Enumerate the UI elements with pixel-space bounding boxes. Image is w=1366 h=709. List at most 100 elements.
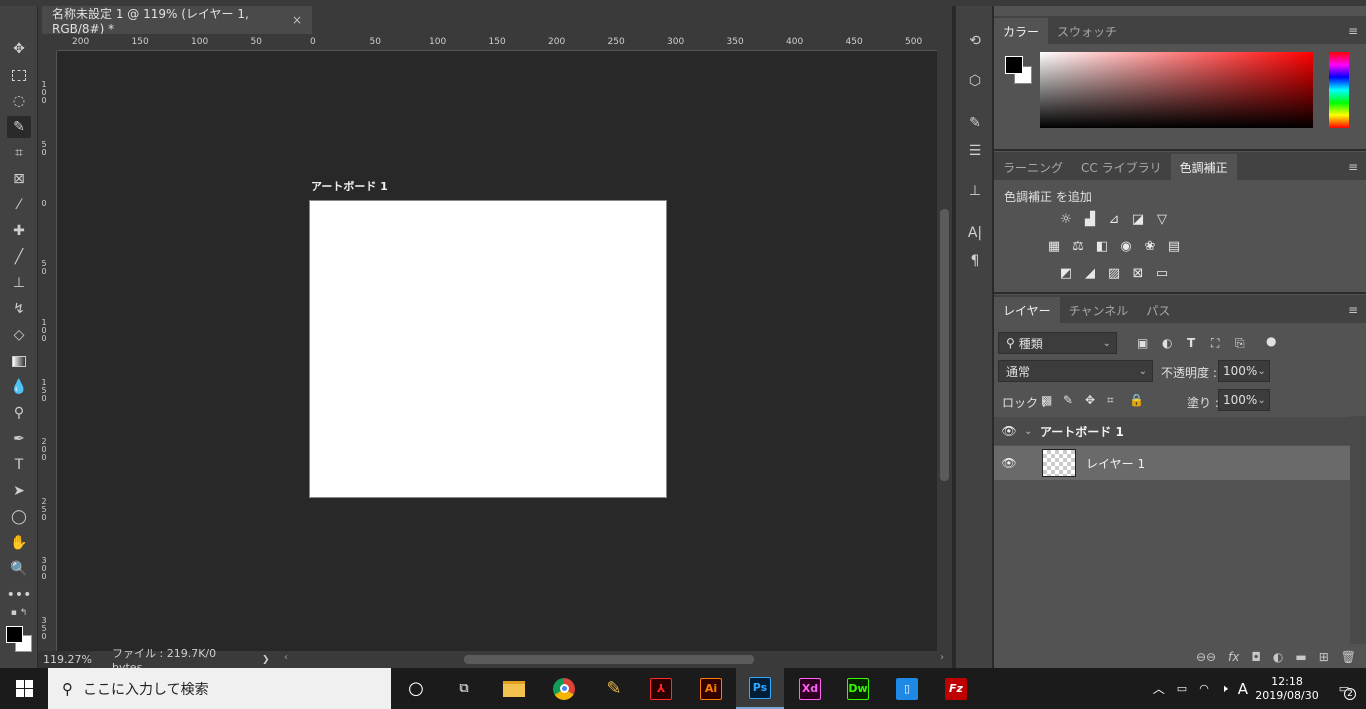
eyedropper-tool-icon[interactable]: ⁄ (7, 194, 31, 216)
more-tools-icon[interactable]: ••• (7, 584, 32, 606)
layer-row[interactable]: 👁 レイヤー 1 (994, 446, 1350, 480)
opacity-input[interactable]: 100% ⌄ (1218, 360, 1270, 382)
ellipse-tool-icon[interactable]: ◯ (7, 506, 31, 528)
fx-icon[interactable]: fx (1228, 650, 1239, 664)
close-icon[interactable]: × (292, 13, 302, 27)
quick-select-tool-icon[interactable]: ✎ (7, 116, 31, 138)
dreamweaver-icon[interactable]: Dw (834, 668, 882, 709)
history-panel-icon[interactable]: ⟲ (963, 30, 987, 52)
vertical-scroll-thumb[interactable] (940, 209, 949, 481)
layers-scrollbar[interactable] (1350, 416, 1366, 644)
layer-filter-select[interactable]: ⚲ 種類 ⌄ (998, 332, 1117, 354)
vertical-scrollbar[interactable] (937, 34, 952, 651)
zoom-tool-icon[interactable]: 🔍 (7, 558, 31, 580)
tab-color[interactable]: カラー (994, 18, 1049, 44)
paragraph-panel-icon[interactable]: ¶ (963, 250, 987, 272)
hand-tool-icon[interactable]: ✋ (7, 532, 31, 554)
horizontal-scrollbar[interactable]: ‹ › (284, 651, 944, 668)
stamp-tool-icon[interactable]: ⊥ (7, 272, 31, 294)
vibrance-icon[interactable]: ▽ (1153, 211, 1171, 227)
levels-icon[interactable]: ▟ (1081, 211, 1099, 227)
lock-pixels-icon[interactable]: ✎ (1063, 393, 1073, 407)
3d-panel-icon[interactable]: ⬡ (963, 70, 987, 92)
chevron-down-icon[interactable]: ⌄ (1024, 426, 1040, 437)
pen-tool-icon[interactable]: ✒ (7, 428, 31, 450)
app-icon[interactable]: ▯ (883, 668, 931, 709)
paint-app-icon[interactable]: ✎ (590, 668, 638, 709)
chevron-up-icon[interactable]: ︿ (1153, 680, 1165, 697)
horizontal-ruler[interactable]: 200 150 100 50 0 50 100 150 200 250 300 350 400 450 50… (57, 34, 937, 51)
invert-icon[interactable]: ◩ (1057, 265, 1075, 281)
character-panel-icon[interactable]: A| (963, 222, 987, 244)
selective-color-icon[interactable]: ⊠ (1129, 265, 1147, 281)
gradient-tool-icon[interactable] (7, 350, 31, 372)
chrome-icon[interactable] (540, 668, 588, 709)
artboard-label[interactable]: アートボード 1 (311, 178, 388, 194)
hue-slider[interactable] (1329, 52, 1349, 128)
crop-tool-icon[interactable]: ⌗ (7, 142, 31, 164)
type-tool-icon[interactable]: T (7, 454, 31, 476)
color-fg-swatch[interactable] (1005, 56, 1023, 74)
panel-menu-icon[interactable]: ≡ (1348, 24, 1358, 38)
photo-filter-icon[interactable]: ◉ (1117, 238, 1135, 254)
color-spectrum[interactable] (1040, 52, 1313, 128)
brightness-icon[interactable]: ☼ (1057, 211, 1075, 227)
link-icon[interactable]: ⊖⊖ (1196, 650, 1216, 664)
eye-icon[interactable]: 👁 (994, 456, 1024, 470)
history-brush-tool-icon[interactable]: ↯ (7, 298, 31, 320)
vertical-ruler[interactable]: 1 0 0 5 0 0 5 0 1 0 0 1 5 0 2 0 0 2 5 0 3 0 0 3 5… (38, 51, 57, 651)
adjustment-filter-icon[interactable]: ◐ (1162, 336, 1172, 350)
tab-learn[interactable]: ラーニング (994, 154, 1072, 180)
eraser-tool-icon[interactable]: ◇ (7, 324, 31, 346)
layer-group-row[interactable]: 👁 ⌄ アートボード 1 (994, 417, 1350, 445)
task-view-icon[interactable]: ⧉ (440, 668, 488, 709)
acrobat-icon[interactable]: ⅄ (637, 668, 685, 709)
foreground-color-swatch[interactable] (6, 626, 23, 643)
hue-saturation-icon[interactable]: ▦ (1045, 238, 1063, 254)
filter-toggle-icon[interactable]: ● (1266, 334, 1276, 348)
threshold-icon[interactable]: ▨ (1105, 265, 1123, 281)
type-filter-icon[interactable]: T (1187, 336, 1195, 350)
document-tab[interactable]: 名称未設定 1 @ 119% (レイヤー 1, RGB/8#) * × (42, 6, 312, 36)
exposure-icon[interactable]: ◪ (1129, 211, 1147, 227)
explorer-icon[interactable] (490, 668, 538, 709)
scroll-left-icon[interactable]: ‹ (284, 652, 288, 663)
tab-channels[interactable]: チャンネル (1060, 297, 1138, 323)
healing-brush-tool-icon[interactable]: ✚ (7, 220, 31, 242)
brush-tool-icon[interactable]: ╱ (7, 246, 31, 268)
cortana-icon[interactable]: ○ (392, 668, 440, 709)
taskbar-search[interactable]: ⚲ ここに入力して検索 (48, 668, 391, 709)
panel-menu-icon[interactable]: ≡ (1348, 303, 1358, 317)
status-menu-arrow[interactable]: ❯ (262, 655, 270, 665)
tab-adjustments[interactable]: 色調補正 (1170, 154, 1237, 180)
frame-tool-icon[interactable]: ⊠ (7, 168, 31, 190)
clone-source-icon[interactable]: ⊥ (963, 180, 987, 202)
path-select-tool-icon[interactable]: ➤ (7, 480, 31, 502)
ruler-corner[interactable] (38, 34, 57, 51)
tab-swatches[interactable]: スウォッチ (1048, 18, 1126, 44)
lock-position-icon[interactable]: ✥ (1085, 393, 1095, 407)
folder-icon[interactable]: ▬ (1295, 650, 1306, 664)
layer-name[interactable]: レイヤー 1 (1086, 455, 1145, 472)
notification-icon[interactable]: ▭ 2 (1322, 682, 1366, 700)
xd-icon[interactable]: Xd (786, 668, 834, 709)
zoom-level[interactable]: 119.27% (38, 651, 92, 668)
color-lookup-icon[interactable]: ▤ (1165, 238, 1183, 254)
filezilla-icon[interactable]: Fz (932, 668, 980, 709)
fill-input[interactable]: 100% ⌄ (1218, 389, 1270, 411)
lock-transparency-icon[interactable]: ▩ (1041, 393, 1052, 407)
battery-icon[interactable]: ▭ (1177, 682, 1187, 695)
properties-icon[interactable]: ☰ (963, 140, 987, 162)
eye-icon[interactable]: 👁 (994, 424, 1024, 438)
marquee-tool-icon[interactable] (7, 64, 31, 86)
color-swatches[interactable] (6, 626, 34, 654)
adjustment-icon[interactable]: ◐ (1273, 650, 1283, 664)
panel-menu-icon[interactable]: ≡ (1348, 160, 1358, 174)
clock[interactable]: 12:18 2019/08/30 (1252, 675, 1322, 703)
photoshop-icon[interactable]: Ps (736, 668, 784, 709)
blend-mode-select[interactable]: 通常 ⌄ (998, 360, 1153, 382)
ime-indicator[interactable]: A (1238, 680, 1248, 698)
color-balance-icon[interactable]: ⚖ (1069, 238, 1087, 254)
new-layer-icon[interactable]: ⊞ (1319, 650, 1329, 664)
lasso-tool-icon[interactable]: ◌ (7, 90, 31, 112)
